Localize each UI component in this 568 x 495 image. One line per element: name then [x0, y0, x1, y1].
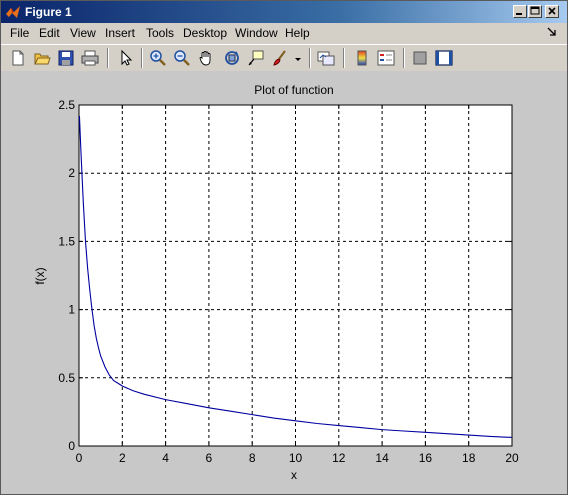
maximize-button[interactable] — [528, 5, 542, 18]
x-tick-label: 16 — [419, 451, 433, 465]
edit-plot-arrow-icon[interactable] — [117, 49, 135, 67]
menu-file[interactable]: File — [10, 26, 29, 40]
x-tick-label: 10 — [289, 451, 303, 465]
menu-bar: File Edit View Insert Tools Desktop Wind… — [1, 23, 567, 43]
pan-hand-icon[interactable] — [197, 49, 215, 67]
window-title: Figure 1 — [25, 5, 72, 19]
menu-window[interactable]: Window — [235, 26, 278, 40]
figure-window: Figure 1 File Edit View Insert Tools Des… — [0, 0, 568, 495]
insert-colorbar-icon[interactable] — [353, 49, 371, 67]
close-icon — [548, 7, 556, 15]
menu-tools[interactable]: Tools — [146, 26, 174, 40]
x-tick-label: 20 — [505, 451, 519, 465]
brush-dropdown-icon[interactable] — [293, 49, 303, 67]
toolbar-separator — [141, 48, 143, 68]
y-tick-label: 1.5 — [58, 234, 75, 248]
toolbar-separator — [343, 48, 345, 68]
x-tick-label: 8 — [249, 451, 256, 465]
y-tick-label: 0 — [68, 439, 75, 453]
x-tick-label: 14 — [375, 451, 389, 465]
y-axis-label: f(x) — [33, 267, 47, 284]
menu-insert[interactable]: Insert — [105, 26, 135, 40]
toolbar — [1, 44, 567, 72]
close-button[interactable] — [545, 5, 559, 18]
dock-arrow-icon[interactable] — [547, 27, 557, 37]
zoom-out-icon[interactable] — [173, 49, 191, 67]
zoom-in-icon[interactable] — [149, 49, 167, 67]
y-tick-label: 2.5 — [58, 98, 75, 112]
save-icon[interactable] — [57, 49, 75, 67]
menu-help[interactable]: Help — [285, 26, 310, 40]
y-tick-label: 2 — [68, 166, 75, 180]
toolbar-separator — [107, 48, 109, 68]
minimize-icon — [516, 13, 522, 15]
x-tick-label: 18 — [462, 451, 476, 465]
menu-edit[interactable]: Edit — [39, 26, 60, 40]
toolbar-separator — [403, 48, 405, 68]
menu-desktop[interactable]: Desktop — [183, 26, 227, 40]
x-tick-label: 0 — [76, 451, 83, 465]
link-plot-icon[interactable] — [317, 49, 335, 67]
matlab-logo-icon — [6, 6, 20, 18]
chart-title: Plot of function — [254, 83, 333, 97]
x-tick-label: 12 — [332, 451, 346, 465]
minimize-button[interactable] — [513, 5, 527, 18]
x-axis-label: x — [291, 468, 297, 482]
y-tick-label: 1 — [68, 303, 75, 317]
toolbar-separator — [309, 48, 311, 68]
x-tick-label: 6 — [206, 451, 213, 465]
data-cursor-icon[interactable] — [247, 49, 265, 67]
maximize-icon — [530, 6, 540, 15]
insert-legend-icon[interactable] — [377, 49, 395, 67]
line-chart[interactable]: Plot of function x f(x) 0 2 4 6 8 10 12 14 16 18 2… — [1, 71, 567, 494]
x-tick-label: 2 — [119, 451, 126, 465]
figure-canvas: Plot of function x f(x) 0 2 4 6 8 10 12 14 16 18 2… — [1, 71, 567, 494]
hide-plot-tools-icon[interactable] — [411, 49, 429, 67]
brush-icon[interactable] — [271, 49, 289, 67]
print-icon[interactable] — [81, 49, 99, 67]
y-tick-label: 0.5 — [58, 371, 75, 385]
open-file-icon[interactable] — [33, 49, 51, 67]
rotate-3d-icon[interactable] — [223, 49, 241, 67]
show-plot-tools-icon[interactable] — [435, 49, 453, 67]
new-figure-icon[interactable] — [9, 49, 27, 67]
menu-view[interactable]: View — [70, 26, 96, 40]
x-tick-label: 4 — [162, 451, 169, 465]
title-bar[interactable]: Figure 1 — [1, 1, 567, 23]
